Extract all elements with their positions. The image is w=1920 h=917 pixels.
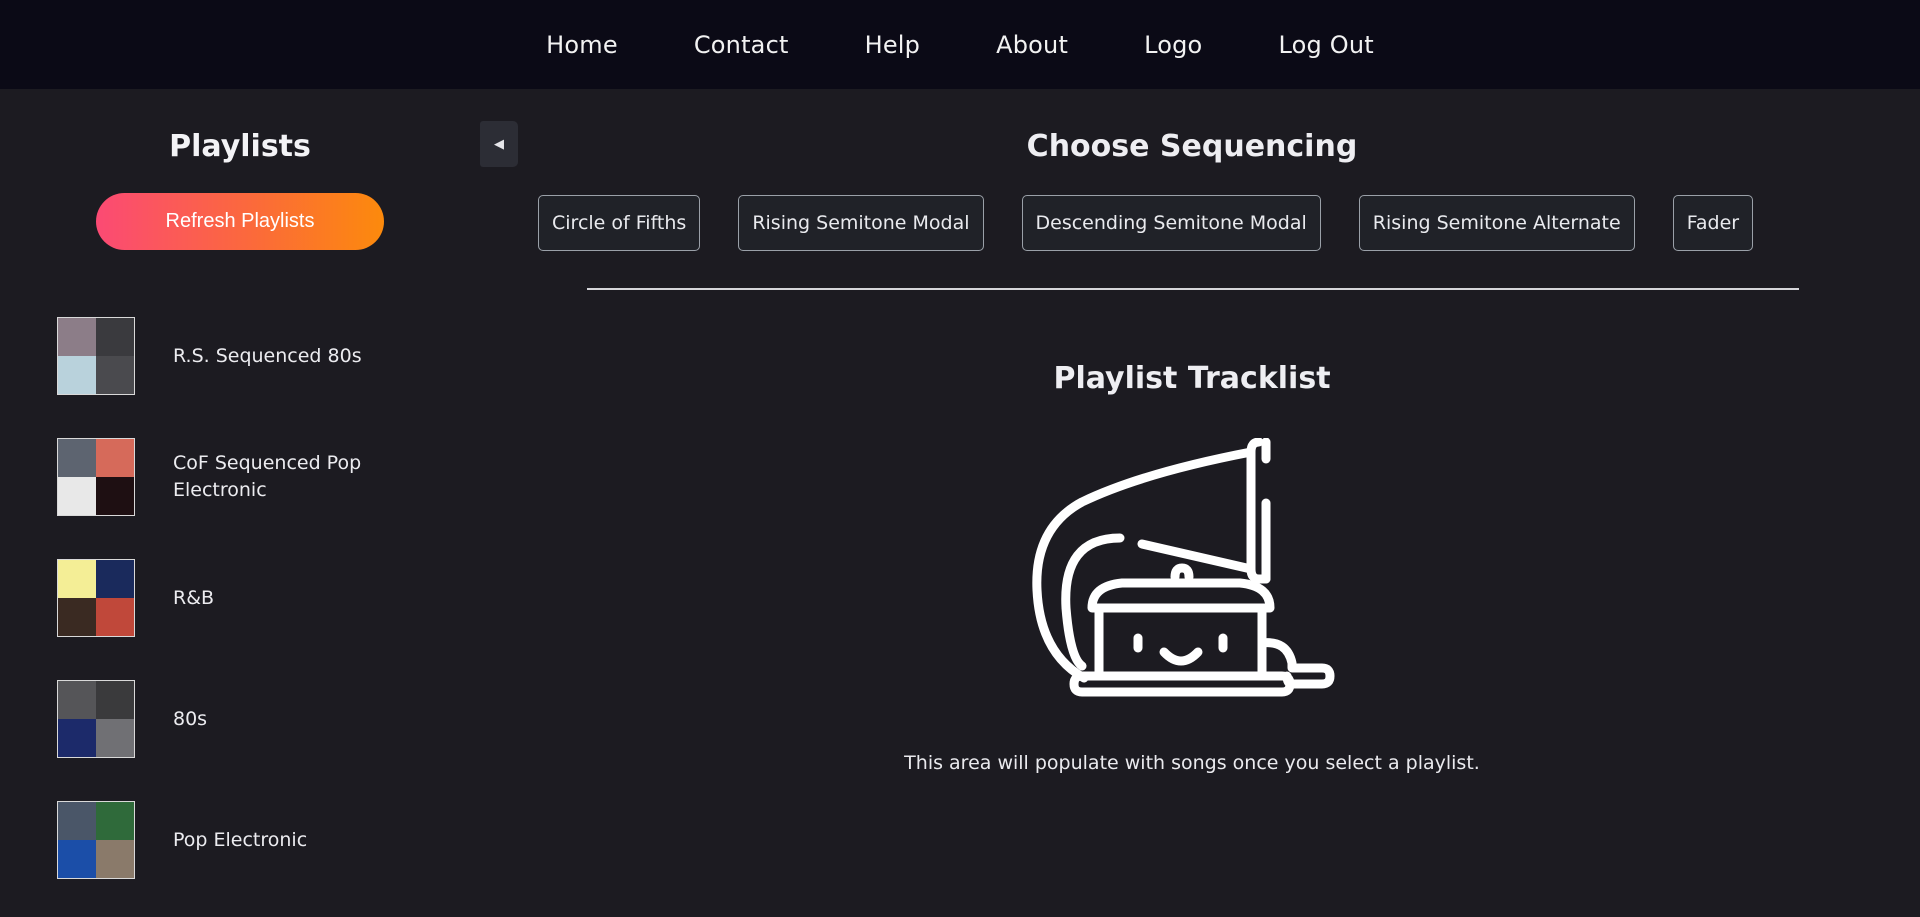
nav-list: Home Contact Help About Logo Log Out — [508, 31, 1412, 59]
rising-semitone-alternate-button[interactable]: Rising Semitone Alternate — [1358, 195, 1635, 251]
sequencing-title: Choose Sequencing — [1026, 129, 1358, 164]
descending-semitone-modal-button[interactable]: Descending Semitone Modal — [1021, 195, 1321, 251]
cover-tile — [96, 439, 134, 477]
cover-tile — [96, 356, 134, 394]
playlist-name: 80s — [173, 707, 208, 730]
playlist-item[interactable]: R.S. Sequenced 80s — [57, 317, 457, 395]
playlist-name: R.S. Sequenced 80s — [173, 344, 362, 367]
tracklist-title: Playlist Tracklist — [1053, 361, 1331, 396]
playlist-cover — [57, 317, 135, 395]
top-nav: Home Contact Help About Logo Log Out — [0, 0, 1920, 89]
cover-tile — [58, 477, 96, 515]
playlist-item[interactable]: Pop Electronic — [57, 801, 457, 879]
nav-contact-link[interactable]: Contact — [694, 31, 789, 59]
playlist-item[interactable]: R&B — [57, 559, 457, 637]
cover-tile — [58, 802, 96, 840]
cover-tile — [58, 598, 96, 636]
fader-button[interactable]: Fader — [1672, 195, 1754, 251]
nav-about-link[interactable]: About — [996, 31, 1068, 59]
playlist-item[interactable]: 80s — [57, 680, 457, 758]
cover-tile — [58, 439, 96, 477]
gramophone-icon — [1032, 438, 1335, 697]
playlist-name: Pop Electronic — [173, 828, 308, 851]
playlist-name: R&B — [173, 586, 215, 609]
cover-tile — [96, 560, 134, 598]
rising-semitone-modal-button[interactable]: Rising Semitone Modal — [738, 195, 984, 251]
main-content: Choose Sequencing Circle of Fifths Risin… — [480, 89, 1920, 917]
nav-logo-link[interactable]: Logo — [1144, 31, 1202, 59]
playlist-cover — [57, 801, 135, 879]
cover-tile — [96, 477, 134, 515]
playlists-title: Playlists — [169, 129, 311, 164]
circle-of-fifths-button[interactable]: Circle of Fifths — [538, 195, 701, 251]
empty-tracklist-message: This area will populate with songs once … — [904, 752, 1480, 774]
nav-help-link[interactable]: Help — [865, 31, 921, 59]
cover-tile — [96, 840, 134, 878]
nav-logout-link[interactable]: Log Out — [1278, 31, 1373, 59]
cover-tile — [96, 802, 134, 840]
cover-tile — [58, 840, 96, 878]
sequencing-options: Circle of Fifths Rising Semitone Modal D… — [538, 195, 1754, 251]
cover-tile — [58, 719, 96, 757]
cover-tile — [96, 719, 134, 757]
section-divider — [587, 288, 1799, 290]
playlist-cover — [57, 680, 135, 758]
cover-tile — [58, 318, 96, 356]
nav-home-link[interactable]: Home — [546, 31, 618, 59]
playlist-item[interactable]: CoF Sequenced Pop Electronic — [57, 438, 457, 516]
cover-tile — [96, 318, 134, 356]
playlists-sidebar: Playlists Refresh Playlists R.S. Sequenc… — [0, 89, 480, 917]
playlist-name: CoF Sequenced Pop Electronic — [173, 452, 362, 501]
playlist-cover — [57, 559, 135, 637]
playlist-cover — [57, 438, 135, 516]
cover-tile — [58, 681, 96, 719]
cover-tile — [58, 560, 96, 598]
refresh-playlists-button[interactable]: Refresh Playlists — [96, 193, 384, 250]
cover-tile — [58, 356, 96, 394]
cover-tile — [96, 681, 134, 719]
cover-tile — [96, 598, 134, 636]
